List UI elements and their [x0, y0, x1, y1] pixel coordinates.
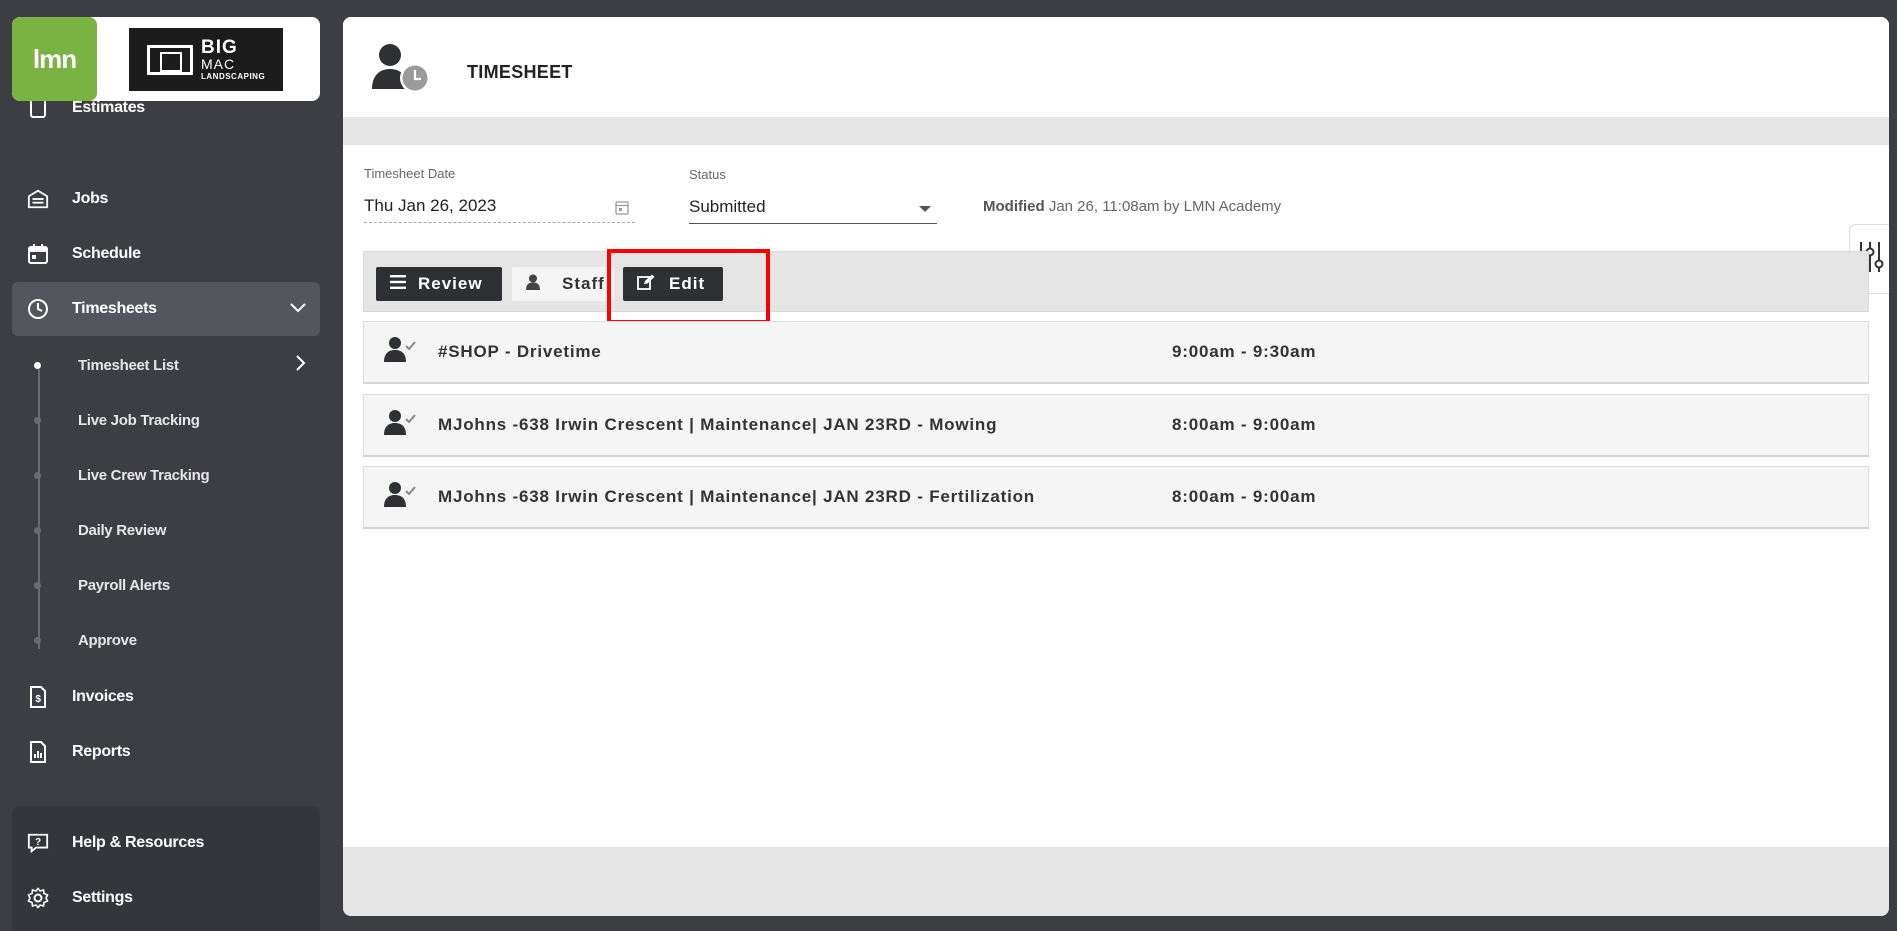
sidebar-item-timesheets[interactable]: Timesheets	[12, 282, 320, 336]
sidebar-subitem-live-job-tracking[interactable]: Live Job Tracking	[12, 398, 320, 442]
clock-icon	[27, 298, 49, 320]
timesheet-date-label: Timesheet Date	[364, 166, 456, 181]
timesheet-entry-row[interactable]: MJohns -638 Irwin Crescent | Maintenance…	[363, 394, 1869, 457]
client-logo: BIG MAC LANDSCAPING	[129, 28, 283, 91]
sidebar-item-label: Jobs	[72, 190, 109, 207]
sidebar-subitem-label: Live Job Tracking	[78, 411, 200, 429]
review-button-label: Review	[418, 274, 483, 293]
main-panel: TIMESHEET Timesheet Date Thu Jan 26, 202…	[343, 17, 1889, 916]
status-label: Status	[689, 167, 726, 182]
calendar-icon[interactable]	[615, 200, 629, 220]
edit-button[interactable]: Edit	[623, 267, 723, 301]
edit-icon	[637, 274, 655, 295]
lmn-logo[interactable]: lmn	[12, 17, 97, 101]
staff-button[interactable]: Staff	[512, 267, 614, 301]
sidebar-nav: Estimates Jobs Schedule Timesheets Times…	[0, 101, 340, 801]
sidebar-item-help[interactable]: ? Help & Resources	[12, 816, 320, 870]
dropdown-caret-icon	[919, 206, 931, 212]
header-subbar	[343, 117, 1889, 145]
sidebar-subitem-label: Live Crew Tracking	[78, 466, 210, 484]
review-button[interactable]: Review	[376, 267, 502, 301]
sidebar-subitem-label: Approve	[78, 631, 137, 649]
entry-time: 8:00am - 9:00am	[1172, 487, 1317, 506]
logo-area[interactable]: lmn BIG MAC LANDSCAPING	[12, 17, 320, 101]
sidebar-item-invoices[interactable]: $ Invoices	[12, 670, 320, 724]
sidebar-item-label: Settings	[72, 889, 133, 906]
sidebar-subitem-label: Payroll Alerts	[78, 576, 170, 594]
help-icon: ?	[27, 832, 49, 854]
entry-name: MJohns -638 Irwin Crescent | Maintenance…	[438, 415, 998, 434]
timesheet-user-clock-icon	[370, 41, 432, 97]
svg-text:$: $	[35, 694, 41, 705]
sidebar-subitem-payroll-alerts[interactable]: Payroll Alerts	[12, 563, 320, 607]
timesheet-entry-row[interactable]: MJohns -638 Irwin Crescent | Maintenance…	[363, 466, 1869, 529]
chevron-down-icon[interactable]	[290, 300, 306, 318]
client-logo-mark-icon	[147, 44, 193, 75]
sidebar-bottom: ? Help & Resources Settings	[12, 806, 320, 931]
chevron-right-icon[interactable]	[296, 355, 306, 375]
sidebar-subitem-label: Timesheet List	[78, 356, 179, 374]
entry-name: MJohns -638 Irwin Crescent | Maintenance…	[438, 487, 1035, 506]
jobs-icon	[27, 188, 49, 210]
timesheet-date-field[interactable]: Thu Jan 26, 2023	[364, 194, 635, 223]
page-header: TIMESHEET	[343, 17, 1889, 117]
calculator-icon	[27, 101, 49, 119]
submenu-dot	[34, 362, 41, 369]
submenu-dot	[34, 637, 41, 644]
svg-text:?: ?	[35, 837, 41, 848]
client-logo-subtext: LANDSCAPING	[201, 72, 266, 81]
submenu-dot	[34, 527, 41, 534]
sidebar-subitem-approve[interactable]: Approve	[12, 618, 320, 662]
modified-label: Modified	[983, 198, 1045, 215]
user-icon	[526, 274, 540, 295]
sidebar-item-label: Estimates	[72, 101, 145, 116]
status-select[interactable]: Submitted	[689, 194, 937, 224]
sidebar-subitem-live-crew-tracking[interactable]: Live Crew Tracking	[12, 453, 320, 497]
user-check-icon	[384, 336, 416, 369]
status-value: Submitted	[689, 197, 766, 216]
list-icon	[390, 274, 406, 294]
sidebar-subitem-daily-review[interactable]: Daily Review	[12, 508, 320, 552]
page-footer	[343, 847, 1889, 916]
sidebar-item-schedule[interactable]: Schedule	[12, 227, 320, 281]
entry-name: #SHOP - Drivetime	[438, 342, 602, 361]
timesheet-entry-row[interactable]: #SHOP - Drivetime 9:00am - 9:30am	[363, 321, 1869, 384]
page-title: TIMESHEET	[467, 62, 573, 82]
staff-button-label: Staff	[562, 274, 605, 293]
edit-button-label: Edit	[669, 274, 706, 293]
report-icon	[27, 741, 49, 763]
sidebar-item-label: Timesheets	[72, 300, 157, 317]
sidebar: lmn BIG MAC LANDSCAPING Estimates Jobs S…	[0, 0, 340, 931]
user-check-icon	[384, 409, 416, 442]
timesheet-date-value: Thu Jan 26, 2023	[364, 196, 497, 215]
client-logo-text-2: MAC	[201, 56, 236, 72]
calendar-icon	[27, 243, 49, 265]
sidebar-item-label: Schedule	[72, 245, 141, 262]
submenu-dot	[34, 472, 41, 479]
sidebar-item-label: Invoices	[72, 688, 134, 705]
modified-info: Modified Jan 26, 11:08am by LMN Academy	[983, 198, 1281, 215]
sidebar-item-reports[interactable]: Reports	[12, 725, 320, 779]
modified-text: Jan 26, 11:08am by LMN Academy	[1048, 198, 1282, 215]
submenu-dot	[34, 582, 41, 589]
entry-time: 9:00am - 9:30am	[1172, 342, 1317, 361]
entry-time: 8:00am - 9:00am	[1172, 415, 1317, 434]
timesheet-toolbar: Review Staff Edit	[363, 251, 1869, 312]
sidebar-subitem-timesheet-list[interactable]: Timesheet List	[12, 343, 320, 387]
sidebar-item-label: Help & Resources	[72, 834, 205, 851]
sidebar-item-estimates[interactable]: Estimates	[12, 101, 320, 135]
gear-icon	[27, 887, 49, 909]
user-check-icon	[384, 481, 416, 514]
sidebar-item-jobs[interactable]: Jobs	[12, 172, 320, 226]
invoice-icon: $	[27, 686, 49, 708]
sidebar-subitem-label: Daily Review	[78, 521, 167, 539]
client-logo-text: BIG	[201, 37, 238, 58]
submenu-dot	[34, 417, 41, 424]
sidebar-item-settings[interactable]: Settings	[12, 871, 320, 925]
sidebar-item-label: Reports	[72, 743, 131, 760]
